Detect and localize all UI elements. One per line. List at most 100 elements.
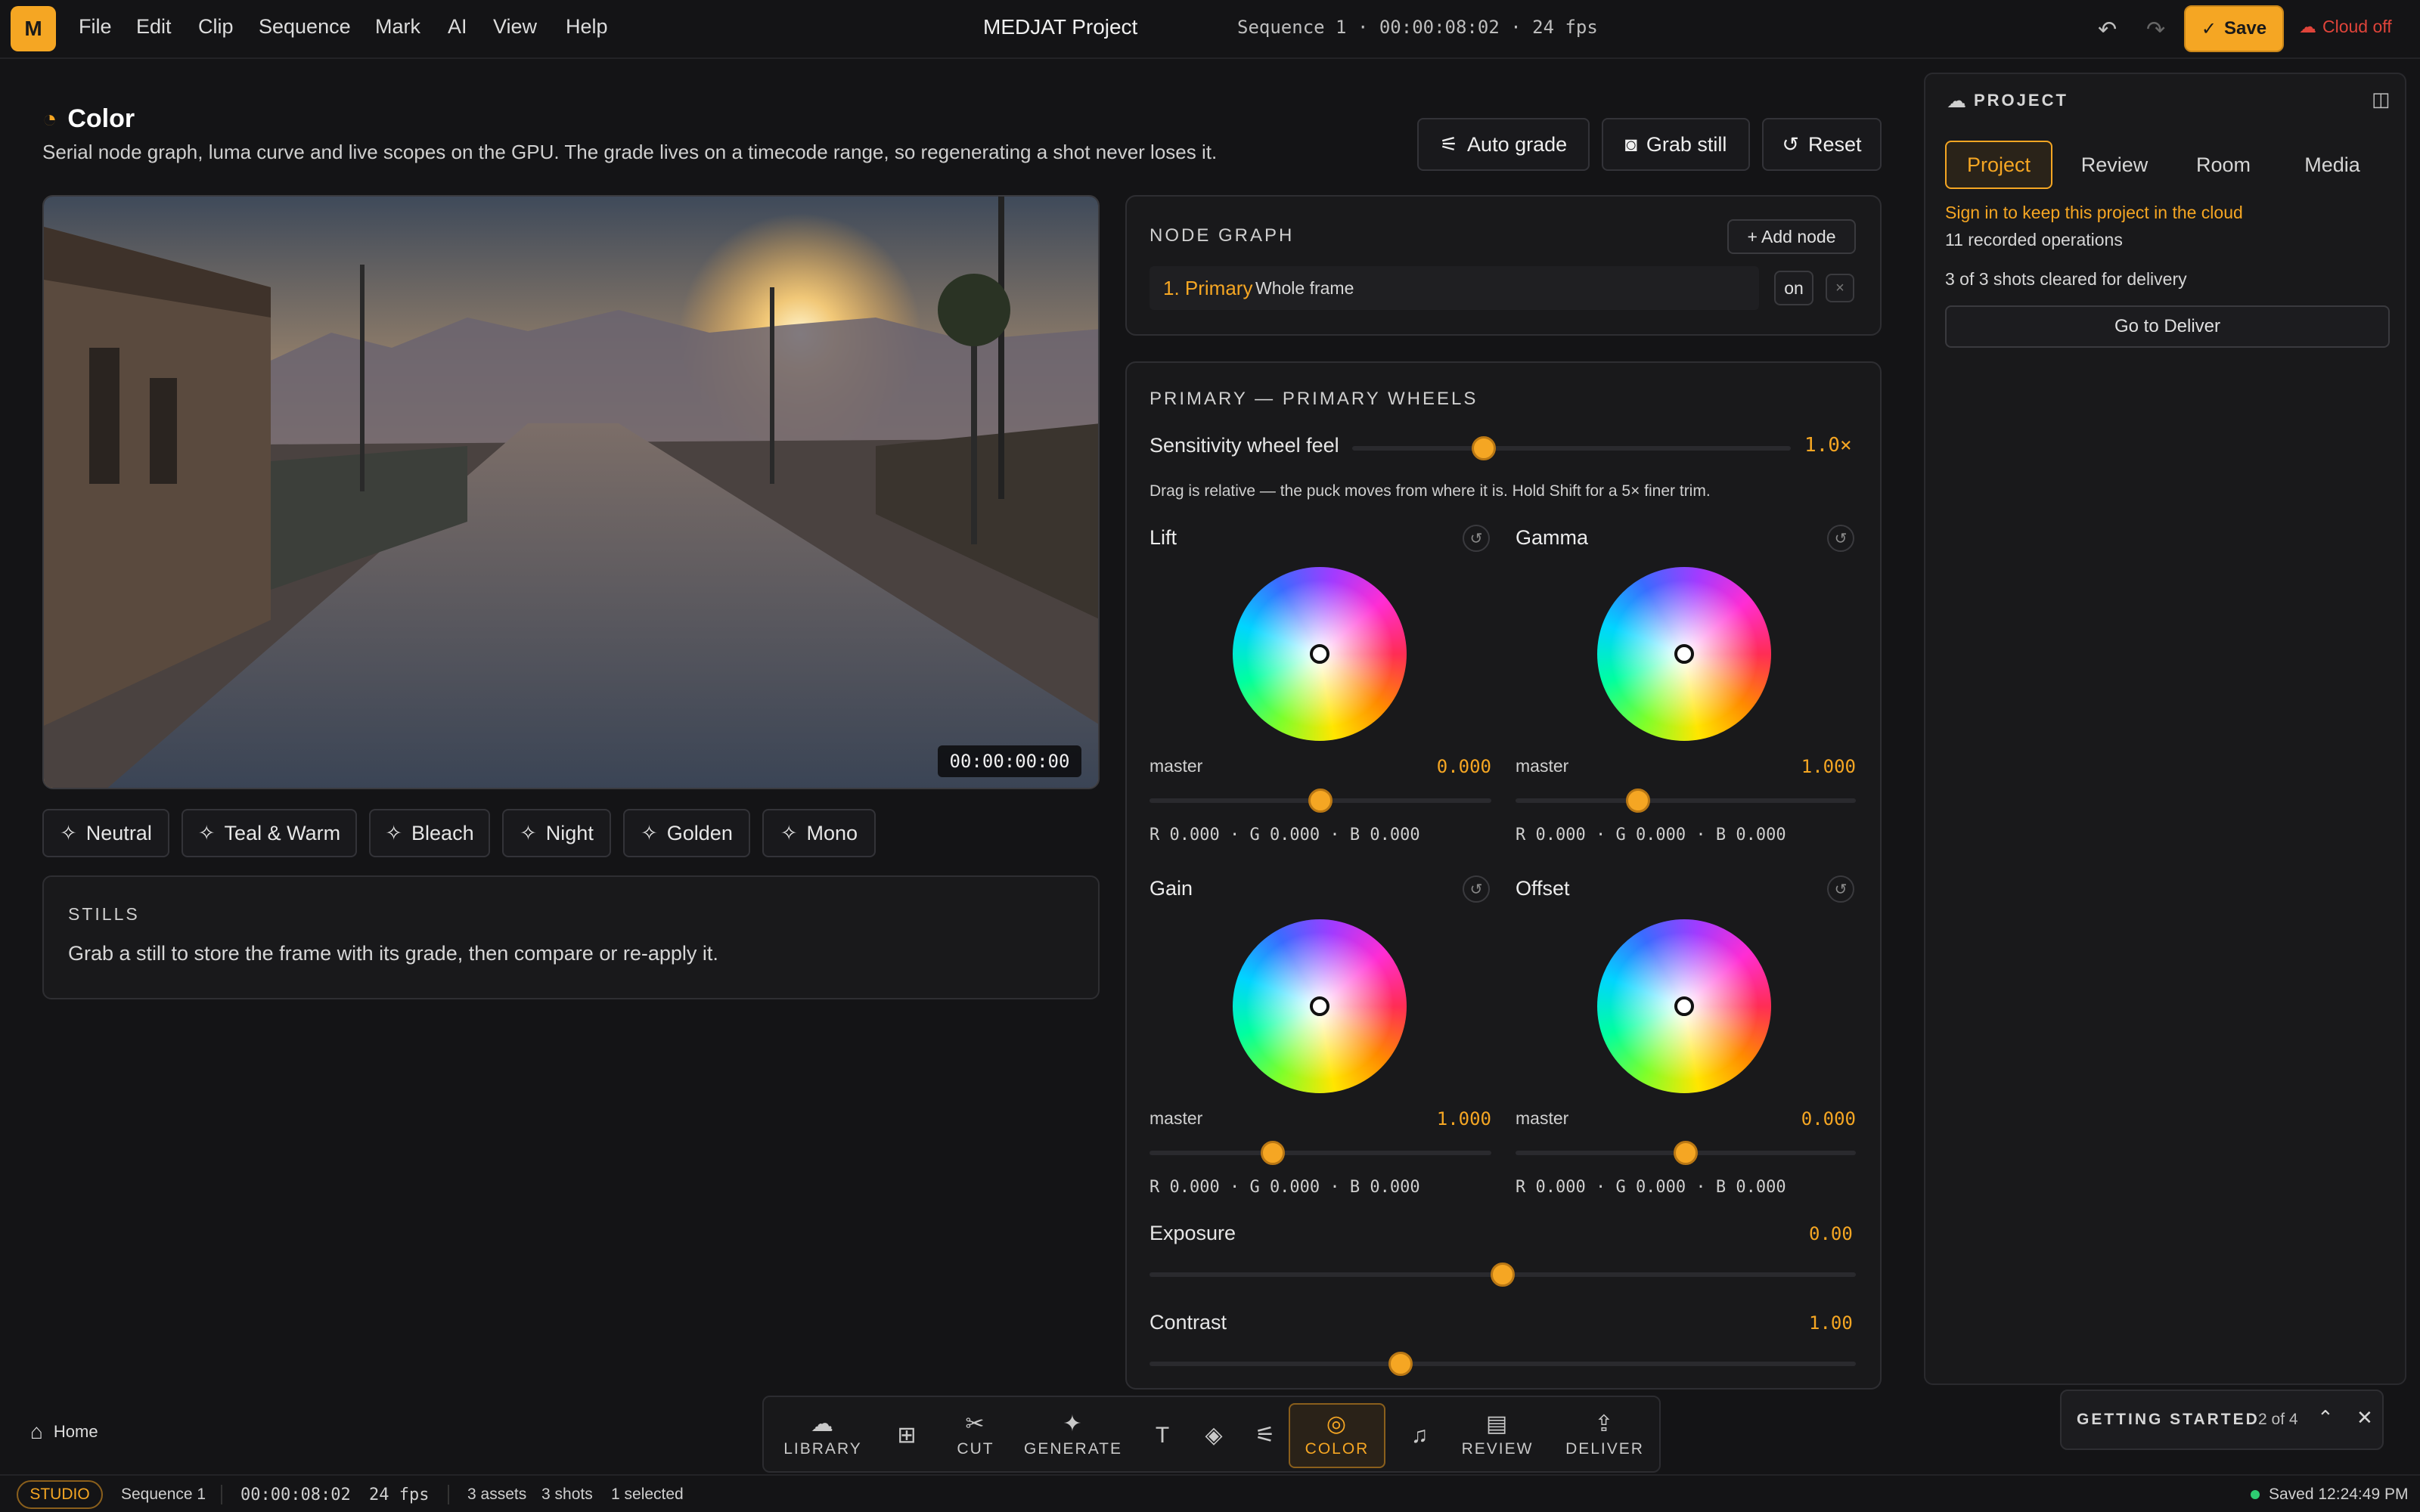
preset-golden[interactable]: ✧ Golden (623, 809, 750, 857)
tab-media[interactable]: Media (2284, 141, 2381, 189)
menu-file[interactable]: File (79, 15, 112, 39)
tab-room[interactable]: Room (2178, 141, 2269, 189)
chevron-up-icon[interactable]: ⌃ (2317, 1406, 2334, 1430)
save-label: Save (2224, 18, 2267, 39)
offset-reset-icon[interactable]: ↺ (1827, 875, 1854, 903)
menu-sequence[interactable]: Sequence (259, 15, 351, 39)
sparkle-icon: ✧ (641, 821, 658, 844)
exposure-knob[interactable] (1491, 1263, 1515, 1287)
gamma-master-track[interactable] (1516, 798, 1856, 803)
auto-grade-button[interactable]: ⚟ Auto grade (1417, 118, 1590, 171)
sensitivity-track[interactable] (1352, 446, 1791, 451)
status-saved: Saved 12:24:49 PM (2269, 1486, 2409, 1503)
save-button[interactable]: ✓ Save (2184, 5, 2284, 52)
video-viewer[interactable] (42, 195, 1100, 789)
cloud-icon: ☁ (1947, 89, 1966, 112)
app-logo[interactable]: M (11, 6, 56, 51)
gamma-reset-icon[interactable]: ↺ (1827, 525, 1854, 552)
menu-help[interactable]: Help (566, 15, 608, 39)
status-sequence: Sequence 1 (121, 1486, 206, 1503)
dock-color[interactable]: ◎ COLOR (1289, 1403, 1385, 1468)
close-icon[interactable]: ✕ (2356, 1406, 2373, 1430)
dock-layers[interactable]: ◈ (1193, 1403, 1236, 1468)
dock-text[interactable]: T (1142, 1403, 1184, 1468)
sparkle-icon: ✧ (780, 821, 798, 844)
cloud-status-label: Cloud off (2322, 17, 2392, 36)
preset-label: Mono (806, 821, 858, 844)
gamma-puck[interactable] (1674, 644, 1694, 664)
tab-review[interactable]: Review (2065, 141, 2164, 189)
contrast-track[interactable] (1150, 1362, 1856, 1366)
palette-icon: ◔ (42, 105, 57, 132)
undo-icon[interactable]: ↶ (2098, 17, 2117, 43)
gain-master-label: master (1150, 1108, 1203, 1128)
top-bar: M File Edit Clip Sequence Mark AI View H… (0, 0, 2420, 59)
node-remove-button[interactable]: × (1826, 274, 1854, 302)
menu-view[interactable]: View (493, 15, 537, 39)
node-toggle-button[interactable]: on (1774, 271, 1813, 305)
preset-label: Neutral (85, 821, 152, 844)
preset-neutral[interactable]: ✧ Neutral (42, 809, 169, 857)
preset-night[interactable]: ✧ Night (502, 809, 611, 857)
gamma-rgb-values: R 0.000 · G 0.000 · B 0.000 (1516, 826, 1786, 844)
menu-clip[interactable]: Clip (198, 15, 234, 39)
menu-mark[interactable]: Mark (375, 15, 420, 39)
grab-still-button[interactable]: ◙ Grab still (1602, 118, 1750, 171)
getting-started-title: GETTING STARTED (2077, 1411, 2260, 1428)
gain-master-knob[interactable] (1260, 1141, 1285, 1165)
preset-label: Night (545, 821, 594, 844)
node-item-primary[interactable]: 1. Primary Whole frame (1150, 266, 1759, 310)
dock-review-label: REVIEW (1461, 1440, 1534, 1458)
upload-cloud-icon: ☁ (811, 1411, 835, 1436)
redo-icon[interactable]: ↷ (2146, 17, 2165, 43)
menu-edit[interactable]: Edit (136, 15, 172, 39)
dock-cut[interactable]: ✂ CUT (947, 1403, 1004, 1468)
gain-master-track[interactable] (1150, 1151, 1491, 1155)
project-panel-title: PROJECT (1974, 91, 2068, 110)
dock-review[interactable]: ▤ REVIEW (1450, 1403, 1544, 1468)
dock-effects[interactable]: ⚟ (1245, 1403, 1287, 1468)
cloud-status[interactable]: ☁ Cloud off (2299, 17, 2392, 37)
gamma-label: Gamma (1516, 526, 1589, 549)
gamma-master-knob[interactable] (1626, 789, 1650, 813)
preset-teal-warm[interactable]: ✧ Teal & Warm (182, 809, 357, 857)
gamma-master-value: 1.000 (1801, 756, 1856, 777)
dock-deliver[interactable]: ⇪ DELIVER (1558, 1403, 1652, 1468)
gain-puck[interactable] (1310, 996, 1329, 1016)
preset-bleach[interactable]: ✧ Bleach (369, 809, 490, 857)
home-label: Home (53, 1422, 98, 1441)
lift-puck[interactable] (1310, 644, 1329, 664)
getting-started-widget[interactable]: GETTING STARTED 2 of 4 ⌃ ✕ (2060, 1390, 2384, 1450)
dock-grid[interactable]: ⊞ (885, 1403, 930, 1468)
layers-icon: ◈ (1205, 1423, 1224, 1448)
contrast-knob[interactable] (1388, 1352, 1413, 1376)
sensitivity-value: 1.0× (1804, 434, 1852, 457)
home-link[interactable]: ⌂ Home (30, 1420, 98, 1444)
collapse-panel-icon[interactable]: ◫ (2372, 88, 2391, 111)
lift-reset-icon[interactable]: ↺ (1463, 525, 1490, 552)
go-to-deliver-button[interactable]: Go to Deliver (1945, 305, 2390, 348)
offset-master-knob[interactable] (1674, 1141, 1698, 1165)
dock-audio[interactable]: ♫ (1399, 1403, 1441, 1468)
sparkle-icon: ✧ (385, 821, 403, 844)
reset-button[interactable]: ↺ Reset (1762, 118, 1882, 171)
lift-master-knob[interactable] (1308, 789, 1333, 813)
sign-in-link[interactable]: Sign in to keep this project in the clou… (1945, 203, 2243, 223)
preset-mono[interactable]: ✧ Mono (762, 809, 876, 857)
lift-label: Lift (1150, 526, 1177, 549)
offset-puck[interactable] (1674, 996, 1694, 1016)
tab-project[interactable]: Project (1945, 141, 2052, 189)
sensitivity-knob[interactable] (1472, 436, 1496, 460)
dock-generate[interactable]: ✦ GENERATE (1019, 1403, 1127, 1468)
dock-library[interactable]: ☁ LIBRARY (777, 1403, 868, 1468)
gain-reset-icon[interactable]: ↺ (1463, 875, 1490, 903)
mode-badge[interactable]: STUDIO (17, 1480, 103, 1509)
add-node-button[interactable]: + Add node (1727, 219, 1856, 254)
primary-title: PRIMARY — PRIMARY WHEELS (1150, 389, 1478, 409)
status-selected: 1 selected (611, 1486, 684, 1503)
grab-still-label: Grab still (1646, 132, 1727, 156)
menu-ai[interactable]: AI (448, 15, 467, 39)
status-divider (221, 1485, 222, 1504)
getting-started-progress: 2 of 4 (2258, 1411, 2298, 1428)
offset-label: Offset (1516, 877, 1570, 900)
